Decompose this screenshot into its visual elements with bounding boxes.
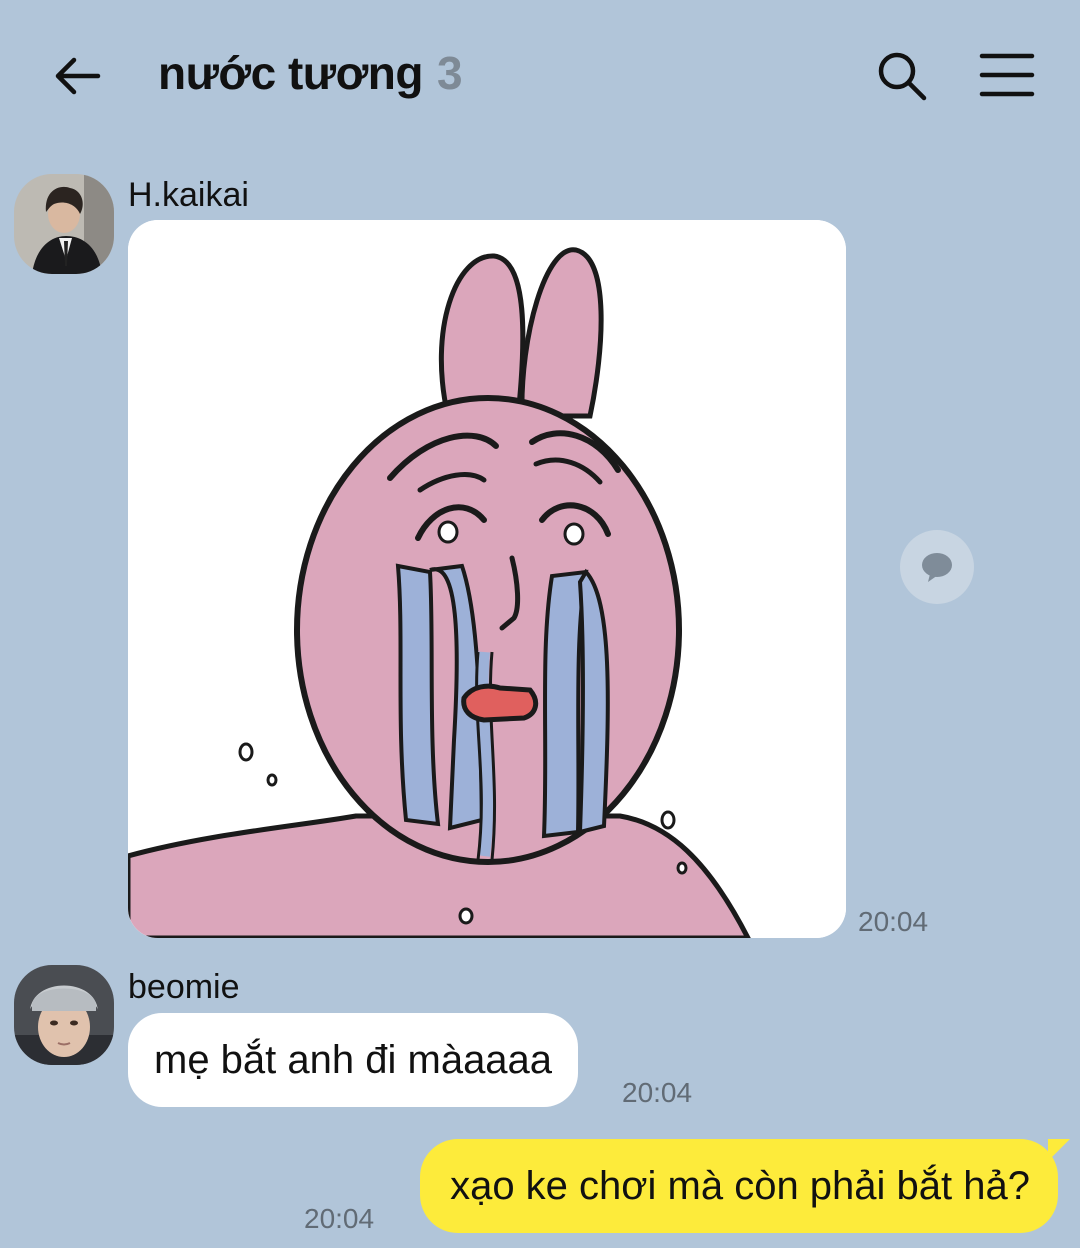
hamburger-menu-icon	[979, 53, 1035, 97]
reply-button[interactable]	[900, 530, 974, 604]
image-message[interactable]	[128, 220, 846, 938]
speech-bubble-icon	[922, 553, 952, 582]
back-button[interactable]	[50, 48, 106, 104]
chat-title-text: nước tương	[158, 47, 424, 99]
message-text: xạo ke chơi mà còn phải bắt hả?	[450, 1164, 1030, 1208]
search-button[interactable]	[874, 48, 930, 104]
crying-bunny-sticker	[128, 220, 846, 938]
message-time: 20:04	[304, 1203, 375, 1234]
arrow-left-icon	[55, 57, 101, 95]
message-time: 20:04	[622, 1077, 693, 1108]
sender-name: beomie	[128, 968, 240, 1006]
message-time: 20:04	[858, 906, 929, 937]
outgoing-message-bubble[interactable]: xạo ke chơi mà còn phải bắt hả?	[420, 1139, 1070, 1233]
message-text: mẹ bắt anh đi màaaaa	[154, 1038, 553, 1082]
menu-button[interactable]	[978, 50, 1036, 100]
avatar-hkaikai[interactable]	[14, 174, 114, 274]
profile-photo	[14, 174, 114, 274]
avatar-beomie[interactable]	[14, 965, 114, 1065]
search-icon	[878, 52, 927, 101]
profile-photo	[14, 965, 114, 1065]
sender-name: H.kaikai	[128, 176, 249, 214]
chat-title: nước tương 3	[158, 46, 463, 100]
incoming-message-bubble[interactable]: mẹ bắt anh đi màaaaa	[128, 1013, 579, 1107]
member-count: 3	[437, 47, 463, 99]
chat-header: nước tương 3	[0, 0, 1080, 150]
